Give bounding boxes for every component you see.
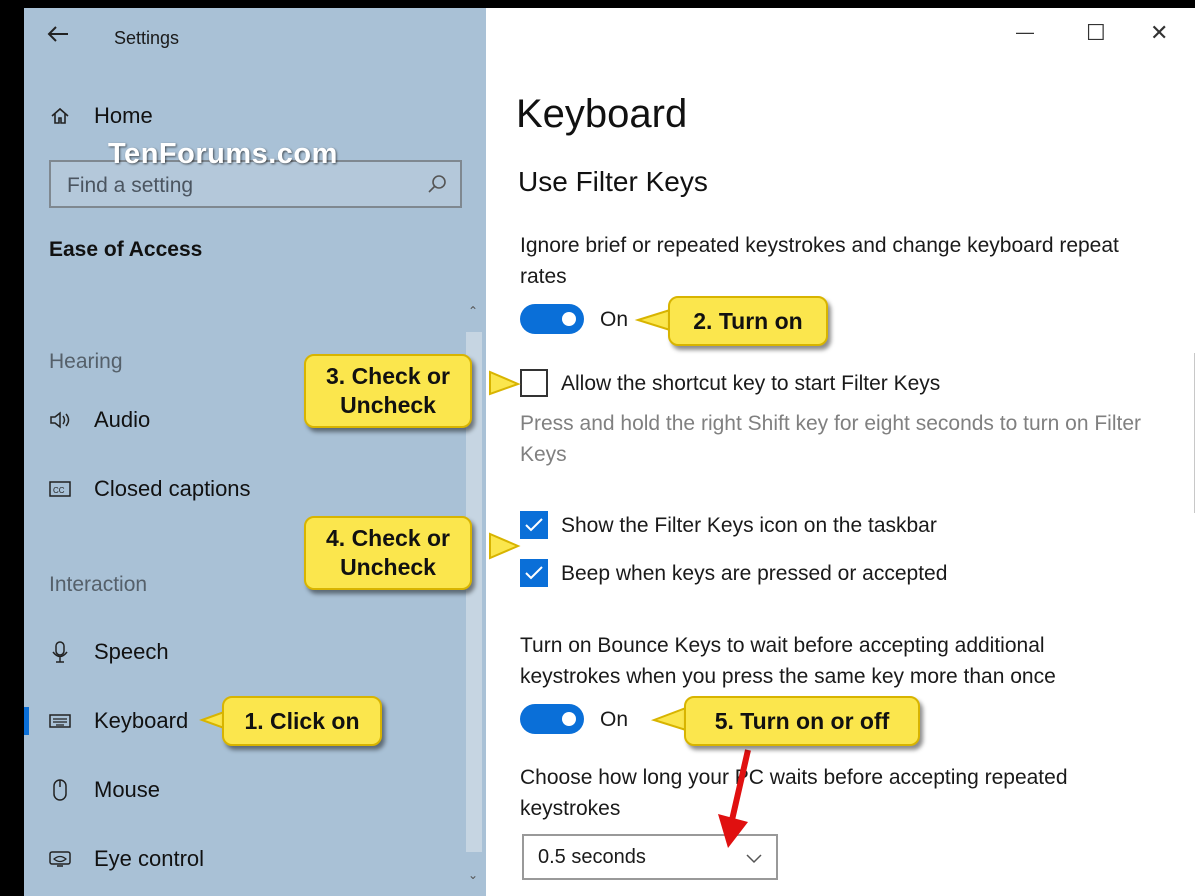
callout-label: 2. Turn on	[693, 307, 803, 334]
callout-2-pointer	[634, 308, 671, 332]
callout-step-5: 5. Turn on or off	[684, 696, 920, 746]
callout-label: 5. Turn on or off	[714, 707, 890, 734]
callout-step-2: 2. Turn on	[668, 296, 828, 346]
red-arrow-icon	[729, 749, 751, 821]
callout-label: 3. Check or Uncheck	[326, 363, 450, 418]
callout-step-3: 3. Check or Uncheck	[304, 354, 472, 428]
callout-step-1: 1. Click on	[222, 696, 382, 746]
callout-5-pointer	[650, 706, 687, 732]
callout-label: 1. Click on	[244, 707, 360, 734]
callout-label: 4. Check or Uncheck	[326, 525, 450, 580]
callout-1-pointer	[199, 710, 225, 730]
settings-window: Settings Home Find a setting TenForums.c…	[24, 8, 1195, 896]
callout-step-4: 4. Check or Uncheck	[304, 516, 472, 590]
callout-3-pointer	[489, 370, 521, 396]
callout-4-pointer	[489, 532, 521, 560]
annotation-arrows	[199, 308, 751, 848]
